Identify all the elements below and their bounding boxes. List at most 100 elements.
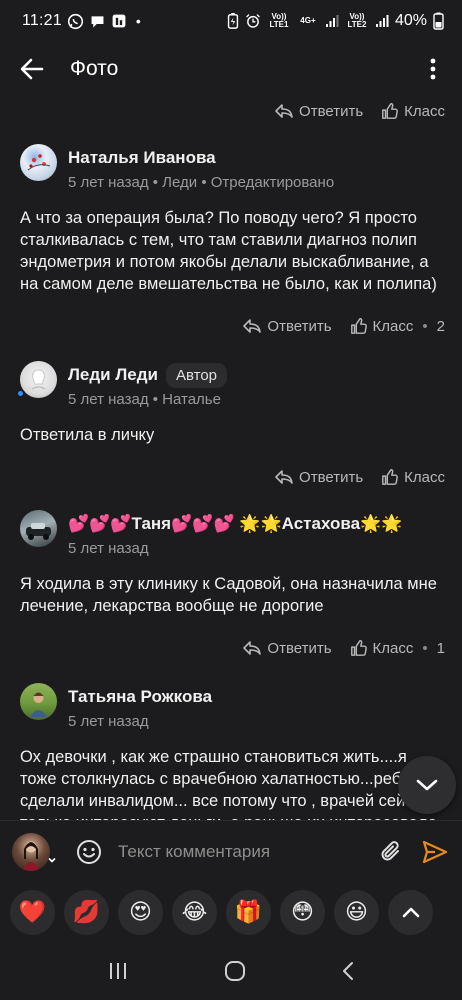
author-name[interactable]: Леди Леди <box>68 365 158 385</box>
system-nav-bar <box>0 942 462 1000</box>
comment-input[interactable] <box>118 841 372 862</box>
reply-icon <box>275 104 293 118</box>
author-name[interactable]: 💕💕💕Таня💕💕💕 🌟🌟Астахова🌟🌟 <box>68 514 402 534</box>
recent-apps-icon[interactable] <box>107 962 129 980</box>
heart-emoji: ❤️ <box>18 899 47 924</box>
status-dot: • <box>135 13 141 29</box>
page-title: Фото <box>70 57 119 80</box>
emoji-heart-button[interactable]: ❤️ <box>10 889 55 935</box>
flushed-emoji: 😳 <box>291 899 314 924</box>
battery-percent: 40% <box>394 12 427 29</box>
signal-1-icon <box>325 14 339 28</box>
send-icon[interactable] <box>422 840 448 864</box>
comment-meta: 5 лет назад • Наталье <box>68 391 221 408</box>
like-label: Класс <box>372 639 414 657</box>
gift-emoji: 🎁 <box>234 899 263 924</box>
user-avatar[interactable] <box>12 832 50 871</box>
reply-button[interactable]: Ответить <box>242 317 332 335</box>
tears-of-joy-emoji: 😂 <box>181 899 208 924</box>
home-icon[interactable] <box>224 960 246 982</box>
reply-button[interactable]: Ответить <box>274 469 363 486</box>
signal-2-icon <box>375 14 389 28</box>
scroll-down-button[interactable] <box>398 756 456 814</box>
heart-eyes-emoji: 😍 <box>129 899 152 924</box>
quick-emoji-bar: ❤️ 💋 😍 😂 🎁 😳 😃 <box>0 882 462 942</box>
chat-bubble-icon <box>89 13 106 30</box>
comment-meta: 5 лет назад <box>68 713 149 730</box>
thumbs-up-icon <box>382 468 399 485</box>
avatar[interactable] <box>20 361 57 398</box>
emoji-kiss-button[interactable]: 💋 <box>64 889 109 935</box>
paperclip-icon[interactable] <box>378 839 404 865</box>
reply-label: Ответить <box>267 639 332 657</box>
comment-meta: 5 лет назад <box>68 540 149 557</box>
smile-emoji: 😃 <box>345 899 368 924</box>
comments-feed[interactable]: Ответить Класс Наталья Иванова 5 лет наз… <box>0 96 462 820</box>
network-4g-icon: 4G+ <box>300 16 316 25</box>
online-indicator <box>16 389 25 398</box>
comment-actions: Ответить Класс • 1 <box>0 633 462 663</box>
comment-item: 💕💕💕Таня💕💕💕 🌟🌟Астахова🌟🌟 5 лет назад Я хо… <box>0 510 462 617</box>
like-count: 1 <box>436 639 445 657</box>
author-name[interactable]: Наталья Иванова <box>68 148 216 168</box>
like-button[interactable]: Класс • 2 <box>350 317 445 335</box>
author-badge: Автор <box>165 362 228 388</box>
reply-icon <box>275 470 293 484</box>
smiley-icon[interactable] <box>76 839 102 865</box>
emoji-laugh-button[interactable]: 😂 <box>172 889 217 935</box>
status-bar: 11:21 • Vo)) LTE1 4G+ Vo)) LTE2 40% <box>0 0 462 42</box>
like-button[interactable]: Класс • 1 <box>350 639 445 657</box>
comment-meta: 5 лет назад • Леди • Отредактировано <box>68 174 335 191</box>
comment-item: Татьяна Рожкова 5 лет назад Ох девочки ,… <box>0 683 462 820</box>
like-separator: • <box>422 317 428 335</box>
kiss-lips-emoji: 💋 <box>72 899 101 924</box>
thumbs-up-icon <box>350 639 367 656</box>
comment-item: Леди Леди Автор 5 лет назад • Наталье От… <box>0 361 462 446</box>
reply-button[interactable]: Ответить <box>242 639 332 657</box>
like-button[interactable]: Класс <box>381 102 445 120</box>
battery-icon <box>433 12 444 30</box>
comment-item: Наталья Иванова 5 лет назад • Леди • Отр… <box>0 144 462 295</box>
like-count: 2 <box>436 317 445 335</box>
comment-composer <box>0 820 462 882</box>
thumbs-up-icon <box>350 317 367 334</box>
comment-actions: Ответить Класс <box>0 462 462 492</box>
reply-label: Ответить <box>267 317 332 335</box>
emoji-gift-button[interactable]: 🎁 <box>226 889 271 935</box>
back-icon[interactable] <box>341 961 355 981</box>
app-bar: Фото <box>0 42 462 96</box>
emoji-heart-eyes-button[interactable]: 😍 <box>118 889 163 935</box>
volte-1-icon: Vo)) LTE1 <box>269 12 289 29</box>
like-label: Класс <box>372 317 414 335</box>
status-time: 11:21 <box>22 12 62 29</box>
comment-actions: Ответить Класс • 2 <box>0 311 462 341</box>
like-label: Класс <box>404 102 445 120</box>
reply-icon <box>243 641 262 655</box>
comment-text: А что за операция была? По поводу чего? … <box>20 209 437 293</box>
comment-actions: Ответить Класс <box>0 96 462 126</box>
avatar[interactable] <box>20 683 57 720</box>
whatsapp-icon <box>67 13 84 30</box>
reply-button[interactable]: Ответить <box>274 103 363 120</box>
reply-icon <box>243 319 262 333</box>
chevron-down-icon <box>416 779 438 791</box>
comment-text: Ох девочки , как же страшно становиться … <box>20 748 437 820</box>
volte-2-icon: Vo)) LTE2 <box>347 12 367 29</box>
emoji-smile-button[interactable]: 😃 <box>334 889 379 935</box>
comment-text: Я ходила в эту клинику к Садовой, она на… <box>20 575 437 615</box>
like-button[interactable]: Класс <box>381 468 445 486</box>
back-arrow-icon[interactable] <box>18 55 46 83</box>
thumbs-up-icon <box>382 102 399 119</box>
battery-saver-icon <box>227 13 239 29</box>
reply-label: Ответить <box>299 102 364 120</box>
avatar[interactable] <box>20 510 57 547</box>
expand-emoji-button[interactable] <box>388 889 433 935</box>
reply-label: Ответить <box>299 468 364 486</box>
news-icon <box>111 13 127 29</box>
avatar[interactable] <box>20 144 57 181</box>
author-name[interactable]: Татьяна Рожкова <box>68 687 212 707</box>
comment-text: Ответила в личку <box>20 426 155 444</box>
like-label: Класс <box>404 468 445 486</box>
more-options-icon[interactable] <box>418 54 448 84</box>
emoji-flushed-button[interactable]: 😳 <box>280 889 325 935</box>
